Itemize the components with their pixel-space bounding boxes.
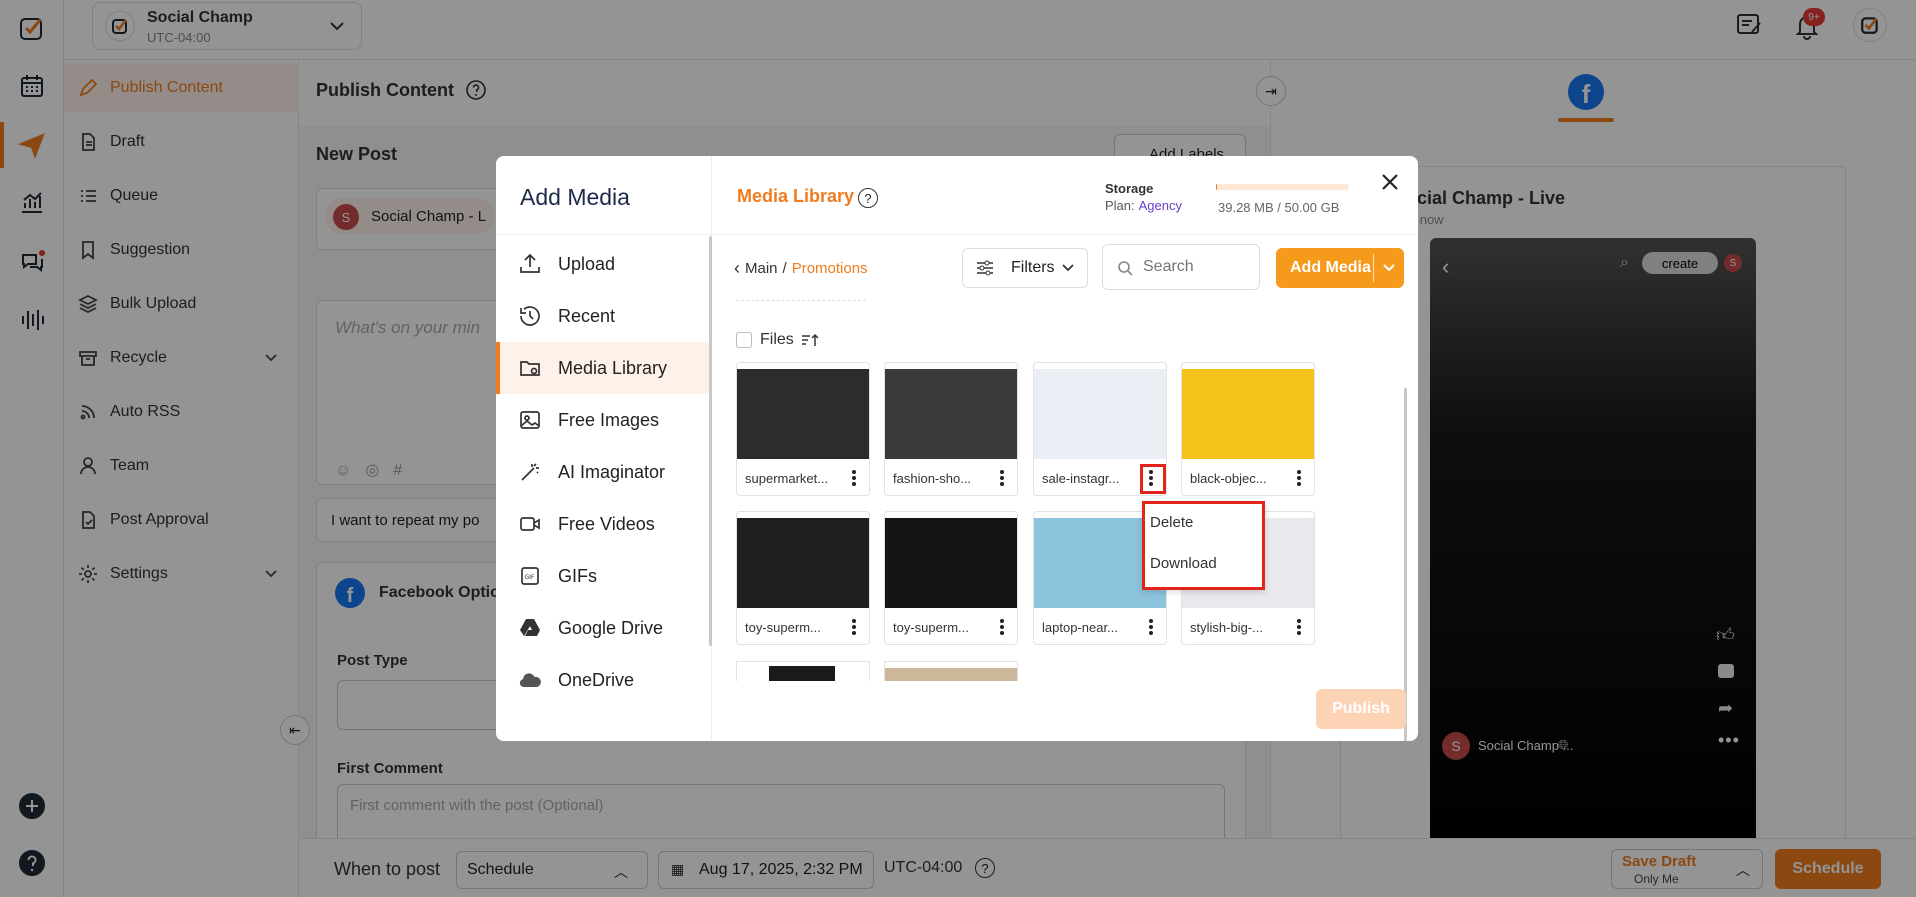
more-vertical-icon[interactable] [1292, 616, 1306, 638]
media-thumbnail-partial[interactable] [884, 661, 1018, 681]
magic-wand-icon [521, 463, 539, 481]
media-filename: supermarket... [745, 471, 829, 486]
context-menu: Delete Download [1142, 501, 1265, 590]
media-filename: sale-instagr... [1042, 471, 1120, 486]
media-thumbnail-partial[interactable] [736, 661, 870, 681]
media-filename: toy-superm... [745, 620, 821, 635]
media-image [737, 369, 869, 459]
storage-label: Storage [1105, 181, 1154, 196]
source-label: Recent [558, 305, 616, 326]
storage-bar [1216, 184, 1349, 190]
source-label: Free Images [558, 409, 660, 430]
media-filename: fashion-sho... [893, 471, 972, 486]
media-thumbnail[interactable]: toy-superm... [884, 511, 1018, 645]
source-label: Free Videos [558, 513, 655, 534]
media-thumbnail[interactable]: toy-superm... [736, 511, 870, 645]
google-drive-icon [520, 619, 540, 636]
media-thumbnail[interactable]: supermarket... [736, 362, 870, 496]
media-source-sidebar: Add Media Upload Recent Media Library Fr… [496, 156, 712, 741]
help-icon[interactable]: ? [858, 188, 878, 208]
onedrive-icon [519, 673, 541, 688]
divider [712, 234, 1418, 235]
chevron-left-icon[interactable]: ‹ [734, 258, 740, 279]
breadcrumb-root[interactable]: Main [745, 260, 778, 277]
search-icon [1118, 261, 1133, 276]
sidebar-scrollbar[interactable] [709, 236, 712, 646]
source-label: OneDrive [558, 669, 635, 690]
storage-bar-fill [1216, 184, 1217, 190]
media-filename: stylish-big-... [1190, 620, 1263, 635]
grid-scrollbar[interactable] [1404, 388, 1407, 741]
search-box[interactable] [1102, 244, 1260, 290]
source-label: Upload [558, 253, 616, 274]
gif-icon: GIF [521, 567, 539, 585]
sliders-icon [977, 260, 993, 276]
source-ai-imaginator[interactable]: AI Imaginator [496, 446, 712, 498]
split-divider [1373, 254, 1374, 282]
storage-plan: Plan: Agency [1105, 198, 1182, 213]
upload-icon [520, 253, 540, 273]
source-label: Google Drive [558, 617, 664, 638]
media-image [737, 518, 869, 608]
source-label: Media Library [558, 357, 668, 378]
source-upload[interactable]: Upload [496, 238, 712, 290]
breadcrumb-current[interactable]: Promotions [792, 260, 868, 277]
svg-text:GIF: GIF [525, 574, 535, 581]
media-image [1034, 369, 1166, 459]
sort-icon[interactable] [801, 332, 819, 348]
media-filename: toy-superm... [893, 620, 969, 635]
folder-icon [520, 361, 540, 376]
more-vertical-icon[interactable] [1292, 467, 1306, 489]
more-vertical-icon[interactable] [1144, 616, 1158, 638]
media-image [885, 369, 1017, 459]
chevron-down-icon [1062, 264, 1074, 272]
source-recent[interactable]: Recent [496, 290, 712, 342]
image-icon [520, 411, 540, 429]
menu-item-delete[interactable]: Delete [1150, 514, 1193, 531]
plan-label: Plan: [1105, 198, 1135, 213]
more-vertical-icon[interactable] [847, 616, 861, 638]
divider [496, 234, 712, 235]
menu-item-download[interactable]: Download [1150, 555, 1217, 572]
close-icon[interactable] [1376, 168, 1404, 196]
source-google-drive[interactable]: Google Drive [496, 602, 712, 654]
source-label: AI Imaginator [558, 461, 666, 482]
breadcrumb-separator: / [782, 259, 787, 277]
more-vertical-icon[interactable] [847, 467, 861, 489]
add-media-label: Add Media [1290, 259, 1371, 276]
media-thumbnail[interactable]: fashion-sho... [884, 362, 1018, 496]
video-icon [520, 517, 540, 531]
search-input[interactable] [1143, 255, 1253, 279]
media-thumbnail[interactable]: black-objec... [1181, 362, 1315, 496]
source-free-images[interactable]: Free Images [496, 394, 712, 446]
modal-title: Add Media [520, 184, 630, 210]
plan-value: Agency [1138, 198, 1183, 213]
publish-button[interactable]: Publish [1316, 689, 1406, 729]
more-options-highlight[interactable] [1140, 464, 1166, 494]
files-label: Files [760, 331, 794, 348]
source-onedrive[interactable]: OneDrive [496, 654, 712, 706]
add-media-button[interactable]: Add Media [1276, 248, 1404, 288]
media-filename: black-objec... [1190, 471, 1267, 486]
source-label: GIFs [558, 565, 597, 586]
media-image [885, 518, 1017, 608]
storage-used: 39.28 MB / 50.00 GB [1218, 200, 1340, 215]
dashed-divider [736, 300, 866, 301]
media-filename: laptop-near... [1042, 620, 1118, 635]
add-media-modal: Add Media Upload Recent Media Library Fr… [496, 156, 1418, 741]
source-free-videos[interactable]: Free Videos [496, 498, 712, 550]
media-image [1182, 369, 1314, 459]
history-icon [520, 306, 540, 326]
more-vertical-icon[interactable] [995, 467, 1009, 489]
breadcrumb: ‹ Main / Promotions [734, 256, 868, 280]
source-gifs[interactable]: GIF GIFs [496, 550, 712, 602]
source-media-library[interactable]: Media Library [496, 342, 712, 394]
chevron-down-icon[interactable] [1382, 263, 1396, 273]
select-all-checkbox[interactable] [736, 332, 752, 348]
library-title: Media Library [737, 186, 855, 206]
more-vertical-icon[interactable] [995, 616, 1009, 638]
